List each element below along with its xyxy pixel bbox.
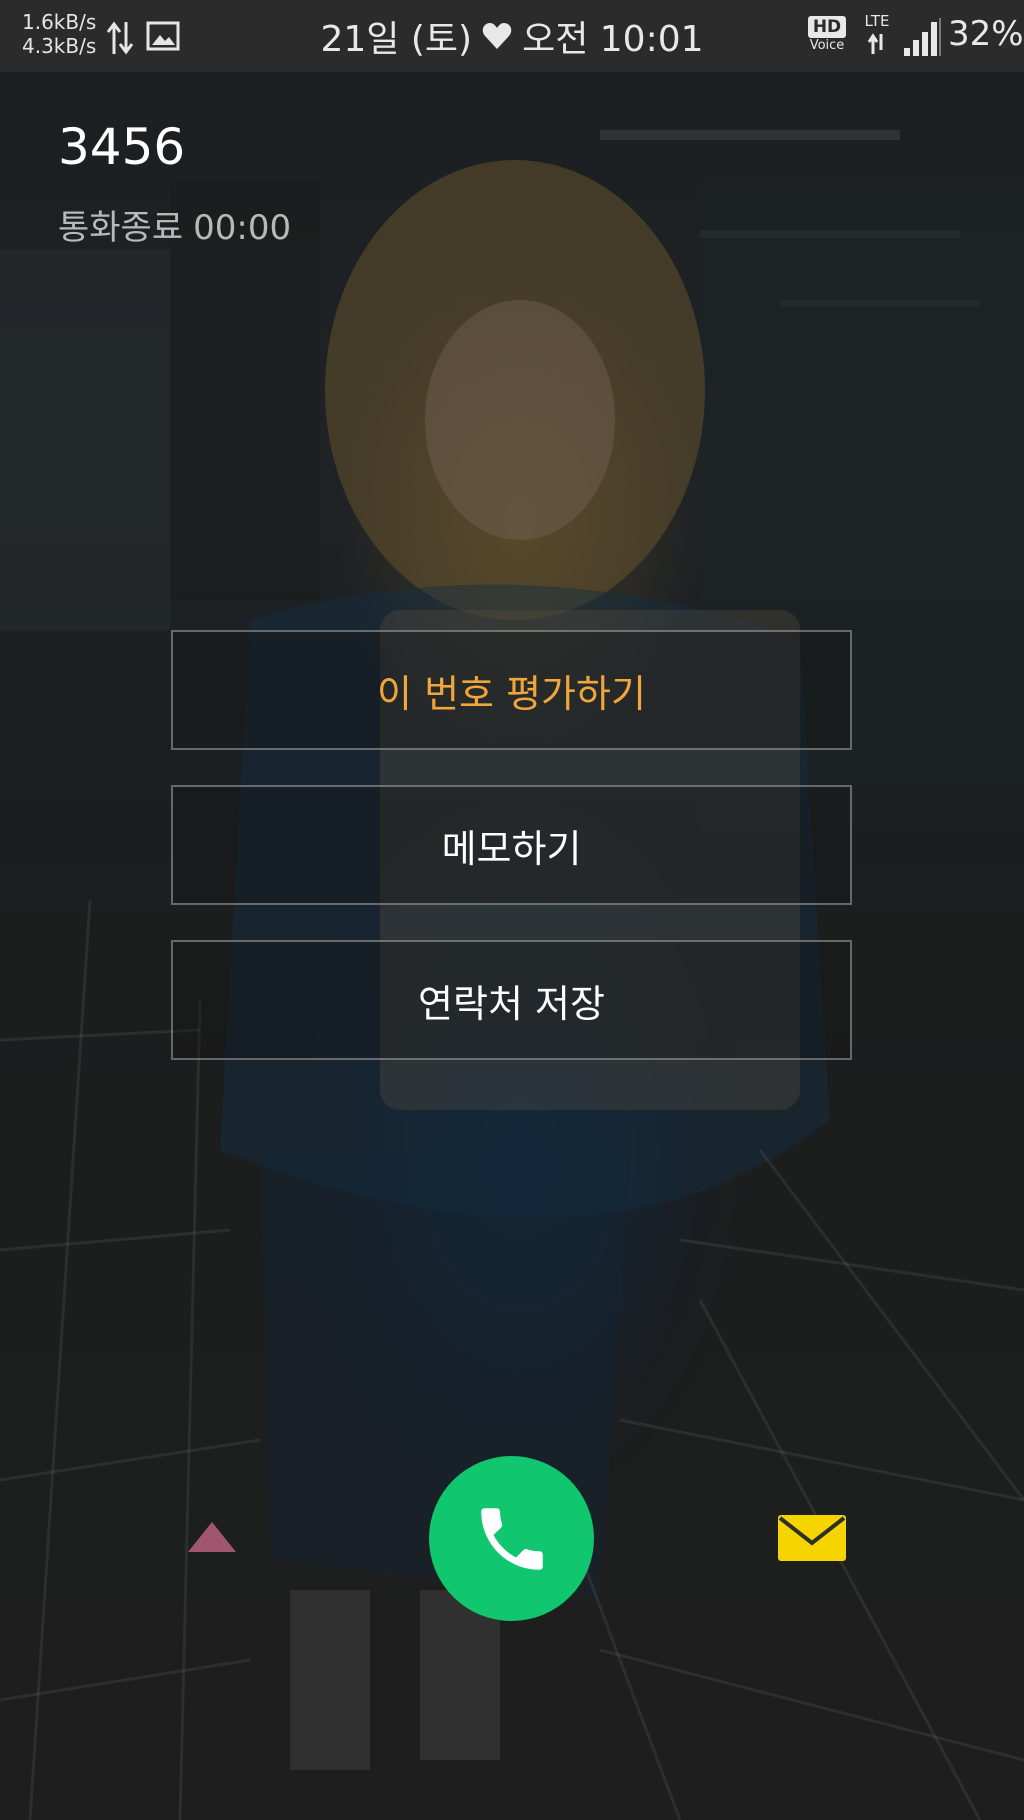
hd-label: HD — [808, 16, 846, 38]
phone-icon — [480, 1507, 543, 1570]
status-date: 21일 (토) — [320, 19, 473, 60]
call-status: 통화종료 00:00 — [58, 200, 301, 249]
up-arrow-icon[interactable] — [186, 1520, 238, 1554]
call-ended-screen: 1.6kB/s 4.3kB/s 21일 (토) 오전 10:01 HD Voic… — [0, 0, 1024, 1820]
call-duration: 00:00 — [193, 208, 292, 248]
memo-button[interactable]: 메모하기 — [171, 785, 852, 905]
lte-arrows-icon — [867, 33, 883, 54]
signal-icon — [904, 18, 941, 56]
status-bar: 1.6kB/s 4.3kB/s 21일 (토) 오전 10:01 HD Voic… — [0, 0, 1024, 72]
lte-label: LTE — [864, 12, 890, 30]
caller-number: 3456 — [58, 118, 186, 176]
heart-icon — [482, 23, 512, 49]
mail-icon[interactable] — [778, 1515, 846, 1561]
rate-number-button[interactable]: 이 번호 평가하기 — [171, 630, 852, 750]
hd-voice-icon: HD Voice — [806, 16, 848, 60]
call-button[interactable] — [429, 1456, 594, 1621]
lte-icon: LTE — [857, 12, 897, 62]
call-status-label: 통화종료 — [58, 208, 184, 248]
status-time: 오전 10:01 — [522, 19, 704, 60]
battery-percent: 32% — [948, 14, 1024, 54]
save-contact-button[interactable]: 연락처 저장 — [171, 940, 852, 1060]
voice-label: Voice — [809, 38, 845, 53]
